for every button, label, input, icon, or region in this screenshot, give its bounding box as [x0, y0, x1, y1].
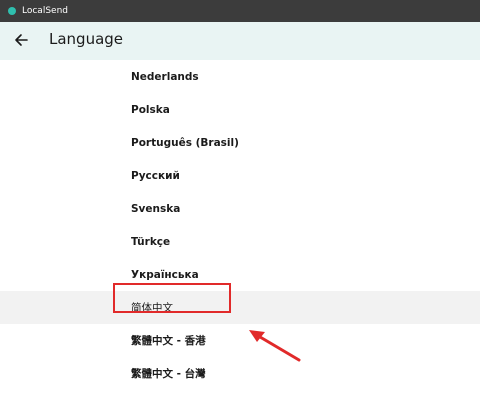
language-item-russian[interactable]: Русский	[0, 159, 480, 192]
back-button[interactable]	[8, 27, 34, 53]
language-label: Русский	[131, 169, 180, 182]
language-label: Türkçe	[131, 235, 171, 248]
language-label: 繁體中文 - 香港	[131, 335, 206, 347]
language-label: 繁體中文 - 台灣	[131, 368, 206, 380]
language-label: Polska	[131, 103, 170, 116]
language-item-simplified-chinese[interactable]: 简体中文	[0, 291, 480, 324]
language-item-nederlands[interactable]: Nederlands	[0, 60, 480, 93]
app-bar: Language	[0, 22, 480, 60]
language-item-svenska[interactable]: Svenska	[0, 192, 480, 225]
language-label: 简体中文	[131, 302, 173, 314]
language-label: Svenska	[131, 202, 181, 215]
language-item-ukrainian[interactable]: Українська	[0, 258, 480, 291]
page-title: Language	[49, 30, 124, 48]
language-item-traditional-chinese-tw[interactable]: 繁體中文 - 台灣	[0, 357, 480, 390]
language-item-turkce[interactable]: Türkçe	[0, 225, 480, 258]
localsend-app-icon	[8, 7, 16, 15]
language-label: Nederlands	[131, 70, 199, 83]
language-label: Português (Brasil)	[131, 136, 239, 149]
language-item-traditional-chinese-hk[interactable]: 繁體中文 - 香港	[0, 324, 480, 357]
language-list: Nederlands Polska Português (Brasil) Рус…	[0, 60, 480, 390]
window-titlebar: LocalSend	[0, 0, 480, 22]
window-title: LocalSend	[22, 6, 68, 16]
language-label: Українська	[131, 268, 199, 281]
language-item-polska[interactable]: Polska	[0, 93, 480, 126]
arrow-left-icon	[15, 34, 28, 46]
language-item-portugues-brasil[interactable]: Português (Brasil)	[0, 126, 480, 159]
